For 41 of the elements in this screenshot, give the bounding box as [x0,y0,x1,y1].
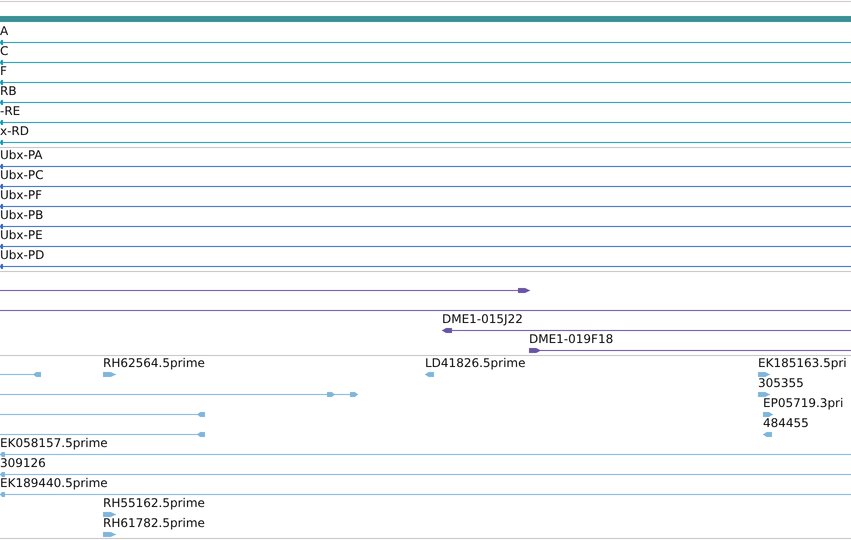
feature-label: EK189440.5prime [0,476,108,490]
feature-label: RH55162.5prime [103,496,205,510]
feature-label: Ubx-PF [0,188,42,202]
feature-glyph[interactable] [0,163,851,170]
feature-glyph[interactable] [0,119,851,126]
feature-label: A [0,24,8,38]
feature-glyph[interactable] [0,183,851,190]
feature-label: RH61782.5prime [103,516,205,530]
feature-label: RB [0,84,17,98]
feature-label: Ubx-PD [0,248,44,262]
feature-label: DME1-019F18 [529,332,614,346]
feature-glyph[interactable] [529,347,851,354]
feature-label: F [0,64,7,78]
feature-label: Ubx-PE [0,228,43,242]
feature-label: Ubx-PB [0,208,44,222]
feature-glyph[interactable] [0,79,851,86]
feature-label: 484455 [763,416,809,430]
feature-glyph[interactable] [0,263,851,270]
feature-glyph[interactable] [0,99,851,106]
feature-glyph[interactable] [0,223,851,230]
feature-label: EK058157.5prime [0,436,108,450]
feature-label: Ubx-PA [0,148,43,162]
feature-label: EK185163.5pri [758,356,847,370]
feature-glyph[interactable] [0,139,851,146]
feature-label: C [0,44,8,58]
feature-label: -RE [0,104,20,118]
feature-glyph[interactable] [0,203,851,210]
feature-glyph[interactable] [0,287,530,294]
feature-label: EP05719.3pri [763,396,844,410]
feature-label: 305355 [758,376,804,390]
feature-glyph[interactable] [0,307,851,314]
feature-glyph[interactable] [442,327,851,334]
feature-label: x-RD [0,124,30,138]
feature-glyph[interactable] [0,39,851,46]
feature-label: 309126 [0,456,46,470]
feature-label: LD41826.5prime [425,356,526,370]
feature-label: DME1-015J22 [442,312,523,326]
feature-label: RH62564.5prime [103,356,205,370]
feature-glyph[interactable] [0,59,851,66]
feature-glyph[interactable] [0,243,851,250]
feature-label: Ubx-PC [0,168,44,182]
